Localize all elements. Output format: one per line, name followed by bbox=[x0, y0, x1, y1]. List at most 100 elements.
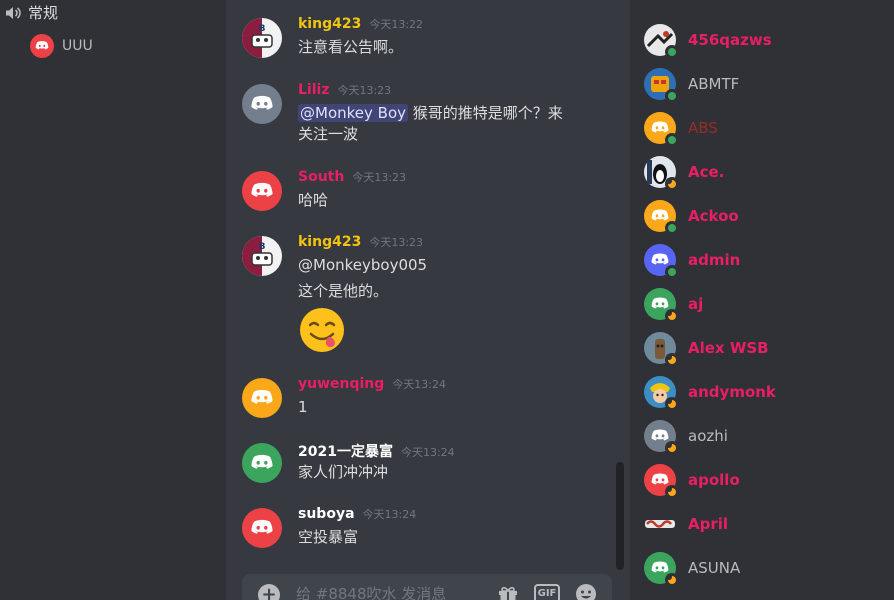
graffiti-avatar-icon bbox=[645, 520, 675, 528]
chat-scrollbar-thumb[interactable] bbox=[616, 462, 624, 570]
author-name[interactable]: 2021一定暴富 bbox=[298, 441, 393, 461]
svg-text:B: B bbox=[259, 24, 266, 34]
speaker-icon bbox=[6, 6, 21, 19]
member-item[interactable]: andymonk bbox=[644, 376, 884, 411]
voice-user-name: UUU bbox=[62, 38, 93, 54]
member-item[interactable]: ASUNA bbox=[644, 552, 884, 587]
message-text: 哈哈 bbox=[298, 191, 329, 209]
add-attachment-icon[interactable]: + bbox=[258, 584, 280, 600]
member-item[interactable]: April bbox=[644, 508, 884, 540]
message-text: 关注一波 bbox=[298, 125, 359, 143]
member-avatar bbox=[644, 552, 679, 587]
timestamp: 今天13:24 bbox=[400, 446, 455, 459]
member-avatar bbox=[644, 24, 679, 59]
member-item[interactable]: Alex WSB bbox=[644, 332, 884, 367]
member-avatar bbox=[644, 508, 676, 540]
member-avatar bbox=[644, 288, 679, 323]
timestamp: 今天13:22 bbox=[369, 18, 424, 31]
online-status-icon bbox=[665, 221, 679, 235]
author-name[interactable]: Liliz bbox=[298, 82, 329, 98]
member-item[interactable]: ABS bbox=[644, 112, 884, 147]
gift-icon[interactable] bbox=[496, 582, 520, 600]
member-avatar bbox=[644, 68, 679, 103]
member-avatar bbox=[644, 156, 679, 191]
message-composer: + GIF bbox=[242, 574, 612, 600]
message-input[interactable] bbox=[296, 582, 486, 600]
timestamp: 今天13:24 bbox=[392, 378, 446, 391]
member-name: apollo bbox=[688, 471, 740, 489]
author-name[interactable]: yuwenqing bbox=[298, 376, 384, 392]
member-name: April bbox=[688, 515, 729, 533]
message: Liliz 今天13:23 @Monkey Boy 猴哥的推特是哪个？来 关注一… bbox=[242, 82, 612, 146]
online-status-icon bbox=[665, 265, 679, 279]
member-name: aj bbox=[688, 295, 704, 313]
message-text: 猴哥的推特是哪个？来 bbox=[412, 104, 563, 122]
voice-channel-label: 常规 bbox=[28, 4, 59, 22]
message: 2021一定暴富 今天13:24 家人们冲冲冲 bbox=[242, 441, 612, 485]
member-name: Alex WSB bbox=[688, 339, 769, 357]
member-name: ABMTF bbox=[688, 75, 740, 93]
member-item[interactable]: ABMTF bbox=[644, 68, 884, 103]
yum-emoji-icon[interactable] bbox=[298, 306, 346, 354]
gif-button[interactable]: GIF bbox=[534, 584, 560, 600]
message: B king423 今天13:23 @Monkeyboy005 这个是他的。 bbox=[242, 234, 612, 358]
king423-avatar-icon[interactable]: B bbox=[242, 18, 282, 58]
voice-user[interactable]: UUU bbox=[30, 34, 93, 58]
svg-text:B: B bbox=[259, 242, 266, 252]
timestamp: 今天13:23 bbox=[337, 84, 392, 97]
timestamp: 今天13:23 bbox=[352, 171, 407, 184]
member-avatar bbox=[644, 376, 679, 411]
member-name: admin bbox=[688, 251, 741, 269]
member-item[interactable]: Ackoo bbox=[644, 200, 884, 235]
idle-status-icon bbox=[665, 397, 679, 411]
discord-avatar-icon[interactable] bbox=[242, 378, 282, 418]
idle-status-icon bbox=[665, 177, 679, 191]
idle-status-icon bbox=[665, 573, 679, 587]
author-name[interactable]: suboya bbox=[298, 506, 355, 522]
message-text: 家人们冲冲冲 bbox=[298, 463, 389, 481]
member-item[interactable]: aozhi bbox=[644, 420, 884, 455]
member-item[interactable]: 456qazws bbox=[644, 24, 884, 59]
author-name[interactable]: king423 bbox=[298, 234, 361, 250]
timestamp: 今天13:24 bbox=[362, 508, 417, 521]
member-name: andymonk bbox=[688, 383, 776, 401]
member-avatar bbox=[644, 332, 679, 367]
member-avatar bbox=[644, 420, 679, 455]
discord-avatar-icon[interactable] bbox=[242, 84, 282, 124]
discord-avatar-icon[interactable] bbox=[242, 171, 282, 211]
member-name: aozhi bbox=[688, 427, 728, 445]
message: South 今天13:23 哈哈 bbox=[242, 169, 612, 213]
author-name[interactable]: king423 bbox=[298, 16, 361, 32]
message-text: 这个是他的。 bbox=[298, 282, 389, 300]
idle-status-icon bbox=[665, 353, 679, 367]
discord-avatar-icon bbox=[30, 34, 54, 58]
member-avatar bbox=[644, 244, 679, 279]
member-name: Ace. bbox=[688, 163, 725, 181]
timestamp: 今天13:23 bbox=[369, 236, 424, 249]
message: B king423 今天13:22 注意看公告啊。 bbox=[242, 16, 612, 60]
idle-status-icon bbox=[665, 485, 679, 499]
voice-channel-row[interactable]: 常规 bbox=[4, 2, 58, 23]
author-name[interactable]: South bbox=[298, 169, 344, 185]
member-name: ABS bbox=[688, 119, 718, 137]
message: yuwenqing 今天13:24 1 bbox=[242, 376, 612, 420]
channel-sidebar: 常规 UUU bbox=[0, 0, 226, 600]
member-list: 456qazws ABMTF ABS Ace. Ackoo admin aj A… bbox=[630, 0, 894, 600]
discord-avatar-icon[interactable] bbox=[242, 508, 282, 548]
idle-status-icon bbox=[665, 441, 679, 455]
king423-avatar-icon[interactable]: B bbox=[242, 236, 282, 276]
member-item[interactable]: apollo bbox=[644, 464, 884, 499]
member-avatar bbox=[644, 112, 679, 147]
idle-status-icon bbox=[665, 309, 679, 323]
message-text: 1 bbox=[298, 398, 308, 416]
member-item[interactable]: admin bbox=[644, 244, 884, 279]
message: suboya 今天13:24 空投暴富 bbox=[242, 506, 612, 550]
member-item[interactable]: Ace. bbox=[644, 156, 884, 191]
member-item[interactable]: aj bbox=[644, 288, 884, 323]
user-mention[interactable]: @Monkey Boy bbox=[298, 104, 408, 122]
member-name: 456qazws bbox=[688, 31, 772, 49]
discord-avatar-icon[interactable] bbox=[242, 443, 282, 483]
member-avatar bbox=[644, 464, 679, 499]
emoji-picker-icon[interactable] bbox=[574, 582, 598, 600]
member-name: Ackoo bbox=[688, 207, 739, 225]
